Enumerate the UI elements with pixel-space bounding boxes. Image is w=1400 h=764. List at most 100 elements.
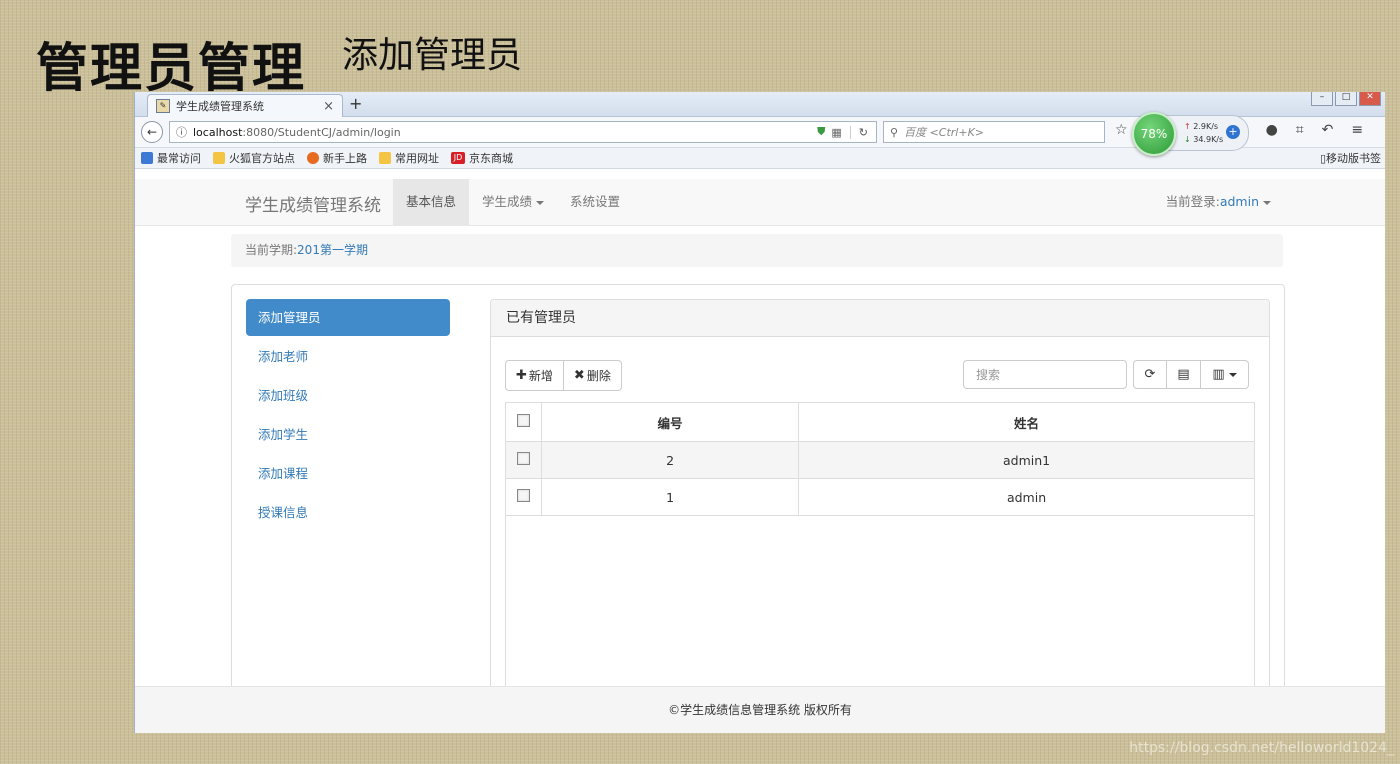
url-path: :8080/StudentCJ/admin/login xyxy=(242,125,401,139)
menu-system-settings[interactable]: 系统设置 xyxy=(557,179,633,225)
column-header-name[interactable]: 姓名 xyxy=(798,403,1254,442)
admin-panel: 已有管理员 ✚ 新增 ✖ 删除 搜索 ⟳ ▤ ▥ 编号 姓名 2 admin1 … xyxy=(490,299,1270,721)
menu-label: 学生成绩 xyxy=(482,194,533,209)
table-row[interactable]: 1 admin xyxy=(506,478,1254,516)
columns-icon[interactable]: ▥ xyxy=(1201,360,1249,389)
menu-basic-info[interactable]: 基本信息 xyxy=(393,179,470,225)
page-footer: ©学生成绩信息管理系统 版权所有 xyxy=(135,686,1385,733)
speed-rates: ↑ 2.9K/s ↓ 34.9K/s xyxy=(1184,122,1224,144)
address-bar[interactable]: ⓘ localhost:8080/StudentCJ/admin/login ⛊… xyxy=(169,121,877,143)
plus-icon[interactable]: + xyxy=(1226,125,1240,139)
close-icon: ✖ xyxy=(573,368,585,383)
tab-close-icon[interactable]: × xyxy=(323,99,334,114)
tab-title: 学生成绩管理系统 xyxy=(176,100,264,113)
caret-down-icon xyxy=(536,200,545,205)
bookmark-mobile[interactable]: ▯ 移动版书签 xyxy=(1320,150,1381,166)
app-navbar: 学生成绩管理系统 基本信息 学生成绩 系统设置 当前登录:admin xyxy=(135,179,1385,226)
shield-icon[interactable]: ⛊ xyxy=(817,125,825,139)
star-icon[interactable]: ☆ xyxy=(1115,122,1128,138)
app-menu: 基本信息 学生成绩 系统设置 xyxy=(393,179,633,225)
maximize-icon[interactable]: □ xyxy=(1335,92,1357,106)
refresh-icon[interactable]: ⟳ xyxy=(1133,360,1167,389)
cell-name: admin xyxy=(798,478,1254,516)
panel-title: 已有管理员 xyxy=(491,300,1269,337)
delete-button-label: 删除 xyxy=(586,369,611,383)
bookmark-firefox-site[interactable]: 火狐官方站点 xyxy=(213,150,295,166)
row-checkbox[interactable] xyxy=(517,452,530,465)
bookmark-common-sites[interactable]: 常用网址 xyxy=(379,150,439,166)
caret-down-icon xyxy=(1228,372,1237,377)
back-arrow-icon[interactable]: ← xyxy=(141,121,163,143)
sidebar-item-add-admin[interactable]: 添加管理员 xyxy=(246,299,450,336)
tab-bar: ✎ 学生成绩管理系统 × + – □ ✕ xyxy=(135,92,1385,117)
bookmark-icon xyxy=(141,152,153,164)
app-brand[interactable]: 学生成绩管理系统 xyxy=(245,191,381,216)
browser-search-input[interactable]: ⚲ 百度 <Ctrl+K> xyxy=(883,121,1105,143)
speed-percent: 78% xyxy=(1132,112,1176,156)
folder-icon xyxy=(213,152,225,164)
bookmark-jd[interactable]: JD 京东商城 xyxy=(451,150,513,166)
sidebar-item-add-teacher[interactable]: 添加老师 xyxy=(246,338,450,375)
bookmark-label: 京东商城 xyxy=(469,152,513,165)
add-button[interactable]: ✚ 新增 xyxy=(505,360,564,391)
reload-icon[interactable]: ↻ xyxy=(849,125,876,139)
column-header-id[interactable]: 编号 xyxy=(540,403,799,442)
menu-student-grades[interactable]: 学生成绩 xyxy=(469,179,557,225)
bookmark-label: 最常访问 xyxy=(157,152,201,165)
bookmark-label: 新手上路 xyxy=(323,152,367,165)
new-tab-button[interactable]: + xyxy=(349,94,362,113)
row-select-cell xyxy=(506,441,542,479)
select-all-checkbox[interactable] xyxy=(517,414,530,427)
menu-label: 基本信息 xyxy=(406,194,457,209)
firefox-icon xyxy=(307,152,319,164)
bookmark-getting-started[interactable]: 新手上路 xyxy=(307,150,367,166)
table-row[interactable]: 2 admin1 xyxy=(506,441,1254,479)
table-tools: ⟳ ▤ ▥ xyxy=(1133,360,1249,389)
url-text: localhost:8080/StudentCJ/admin/login xyxy=(193,126,817,139)
sidebar-item-add-course[interactable]: 添加课程 xyxy=(246,455,450,492)
toolbar-button-group: ✚ 新增 ✖ 删除 xyxy=(505,360,622,391)
cell-name: admin1 xyxy=(798,441,1254,479)
info-icon[interactable]: ⓘ xyxy=(176,124,187,140)
plus-icon: ✚ xyxy=(516,368,527,383)
favicon-icon: ✎ xyxy=(156,99,170,113)
cell-id: 1 xyxy=(540,478,799,516)
search-icon: ⚲ xyxy=(890,125,899,139)
row-checkbox[interactable] xyxy=(517,489,530,502)
term-value[interactable]: 201第一学期 xyxy=(297,243,368,257)
minimize-icon[interactable]: – xyxy=(1311,92,1333,106)
qr-code-icon[interactable]: ▦ xyxy=(831,126,841,139)
toggle-view-icon[interactable]: ▤ xyxy=(1167,360,1201,389)
bookmark-most-visited[interactable]: 最常访问 xyxy=(141,150,201,166)
login-label: 当前登录: xyxy=(1165,194,1220,209)
slide-subtitle: 添加管理员 xyxy=(342,35,523,76)
browser-navbar: ← ⓘ localhost:8080/StudentCJ/admin/login… xyxy=(135,112,1385,156)
sidebar-item-add-class[interactable]: 添加班级 xyxy=(246,377,450,414)
delete-button[interactable]: ✖ 删除 xyxy=(563,360,622,391)
download-rate: 34.9K/s xyxy=(1193,135,1224,144)
bookmark-label: 移动版书签 xyxy=(1326,152,1381,165)
current-user-dropdown[interactable]: 当前登录:admin xyxy=(1166,179,1271,225)
web-app: 学生成绩管理系统 基本信息 学生成绩 系统设置 当前登录:admin 当前学期:… xyxy=(135,179,1385,733)
jd-logo-icon: JD xyxy=(451,152,465,164)
bookmark-label: 常用网址 xyxy=(395,152,439,165)
add-button-label: 新增 xyxy=(528,369,553,383)
bookmark-label: 火狐官方站点 xyxy=(229,152,295,165)
sidebar-item-teaching-info[interactable]: 授课信息 xyxy=(246,494,450,531)
sidebar-item-add-student[interactable]: 添加学生 xyxy=(246,416,450,453)
url-host: localhost xyxy=(193,125,243,139)
crop-icon[interactable]: ⌗ xyxy=(1296,122,1304,138)
menu-label: 系统设置 xyxy=(570,194,621,209)
folder-icon xyxy=(379,152,391,164)
hamburger-menu-icon[interactable]: ≡ xyxy=(1351,122,1363,138)
table-header-row: 编号 姓名 xyxy=(506,403,1254,442)
table-search-input[interactable]: 搜索 xyxy=(963,360,1127,389)
browser-tab[interactable]: ✎ 学生成绩管理系统 × xyxy=(147,94,343,117)
term-label: 当前学期: xyxy=(245,243,298,257)
undo-icon[interactable]: ↶ xyxy=(1322,122,1334,138)
network-speed-widget[interactable]: 78% ↑ 2.9K/s ↓ 34.9K/s + xyxy=(1132,112,1249,156)
chat-icon[interactable]: ● xyxy=(1266,122,1278,138)
window-close-icon[interactable]: ✕ xyxy=(1359,92,1381,106)
cell-id: 2 xyxy=(540,441,799,479)
browser-window: ✎ 学生成绩管理系统 × + – □ ✕ ← ⓘ localhost:8080/… xyxy=(134,92,1385,733)
